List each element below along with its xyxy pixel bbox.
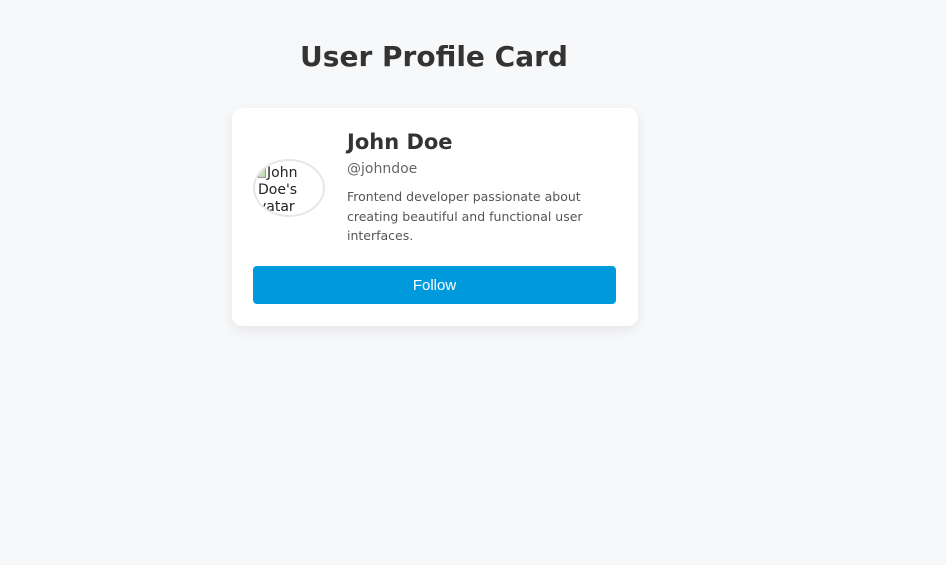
profile-card: John Doe's vatar John Doe @johndoe Front…	[232, 108, 638, 326]
profile-handle: @johndoe	[347, 161, 418, 177]
profile-info: John Doe @johndoe Frontend developer pas…	[347, 128, 607, 246]
avatar-alt-line-3: vatar	[258, 199, 295, 215]
avatar-alt-line-2: Doe's	[258, 182, 298, 198]
page-title: User Profile Card	[300, 40, 568, 73]
page: User Profile Card John Doe's vatar John …	[0, 0, 946, 565]
broken-image-icon	[258, 168, 266, 178]
avatar: John Doe's vatar	[253, 159, 325, 217]
follow-button[interactable]: Follow	[253, 266, 616, 304]
avatar-alt-line-1: John	[267, 165, 298, 181]
profile-name: John Doe	[347, 130, 453, 154]
profile-bio: Frontend developer passionate about crea…	[347, 189, 583, 243]
